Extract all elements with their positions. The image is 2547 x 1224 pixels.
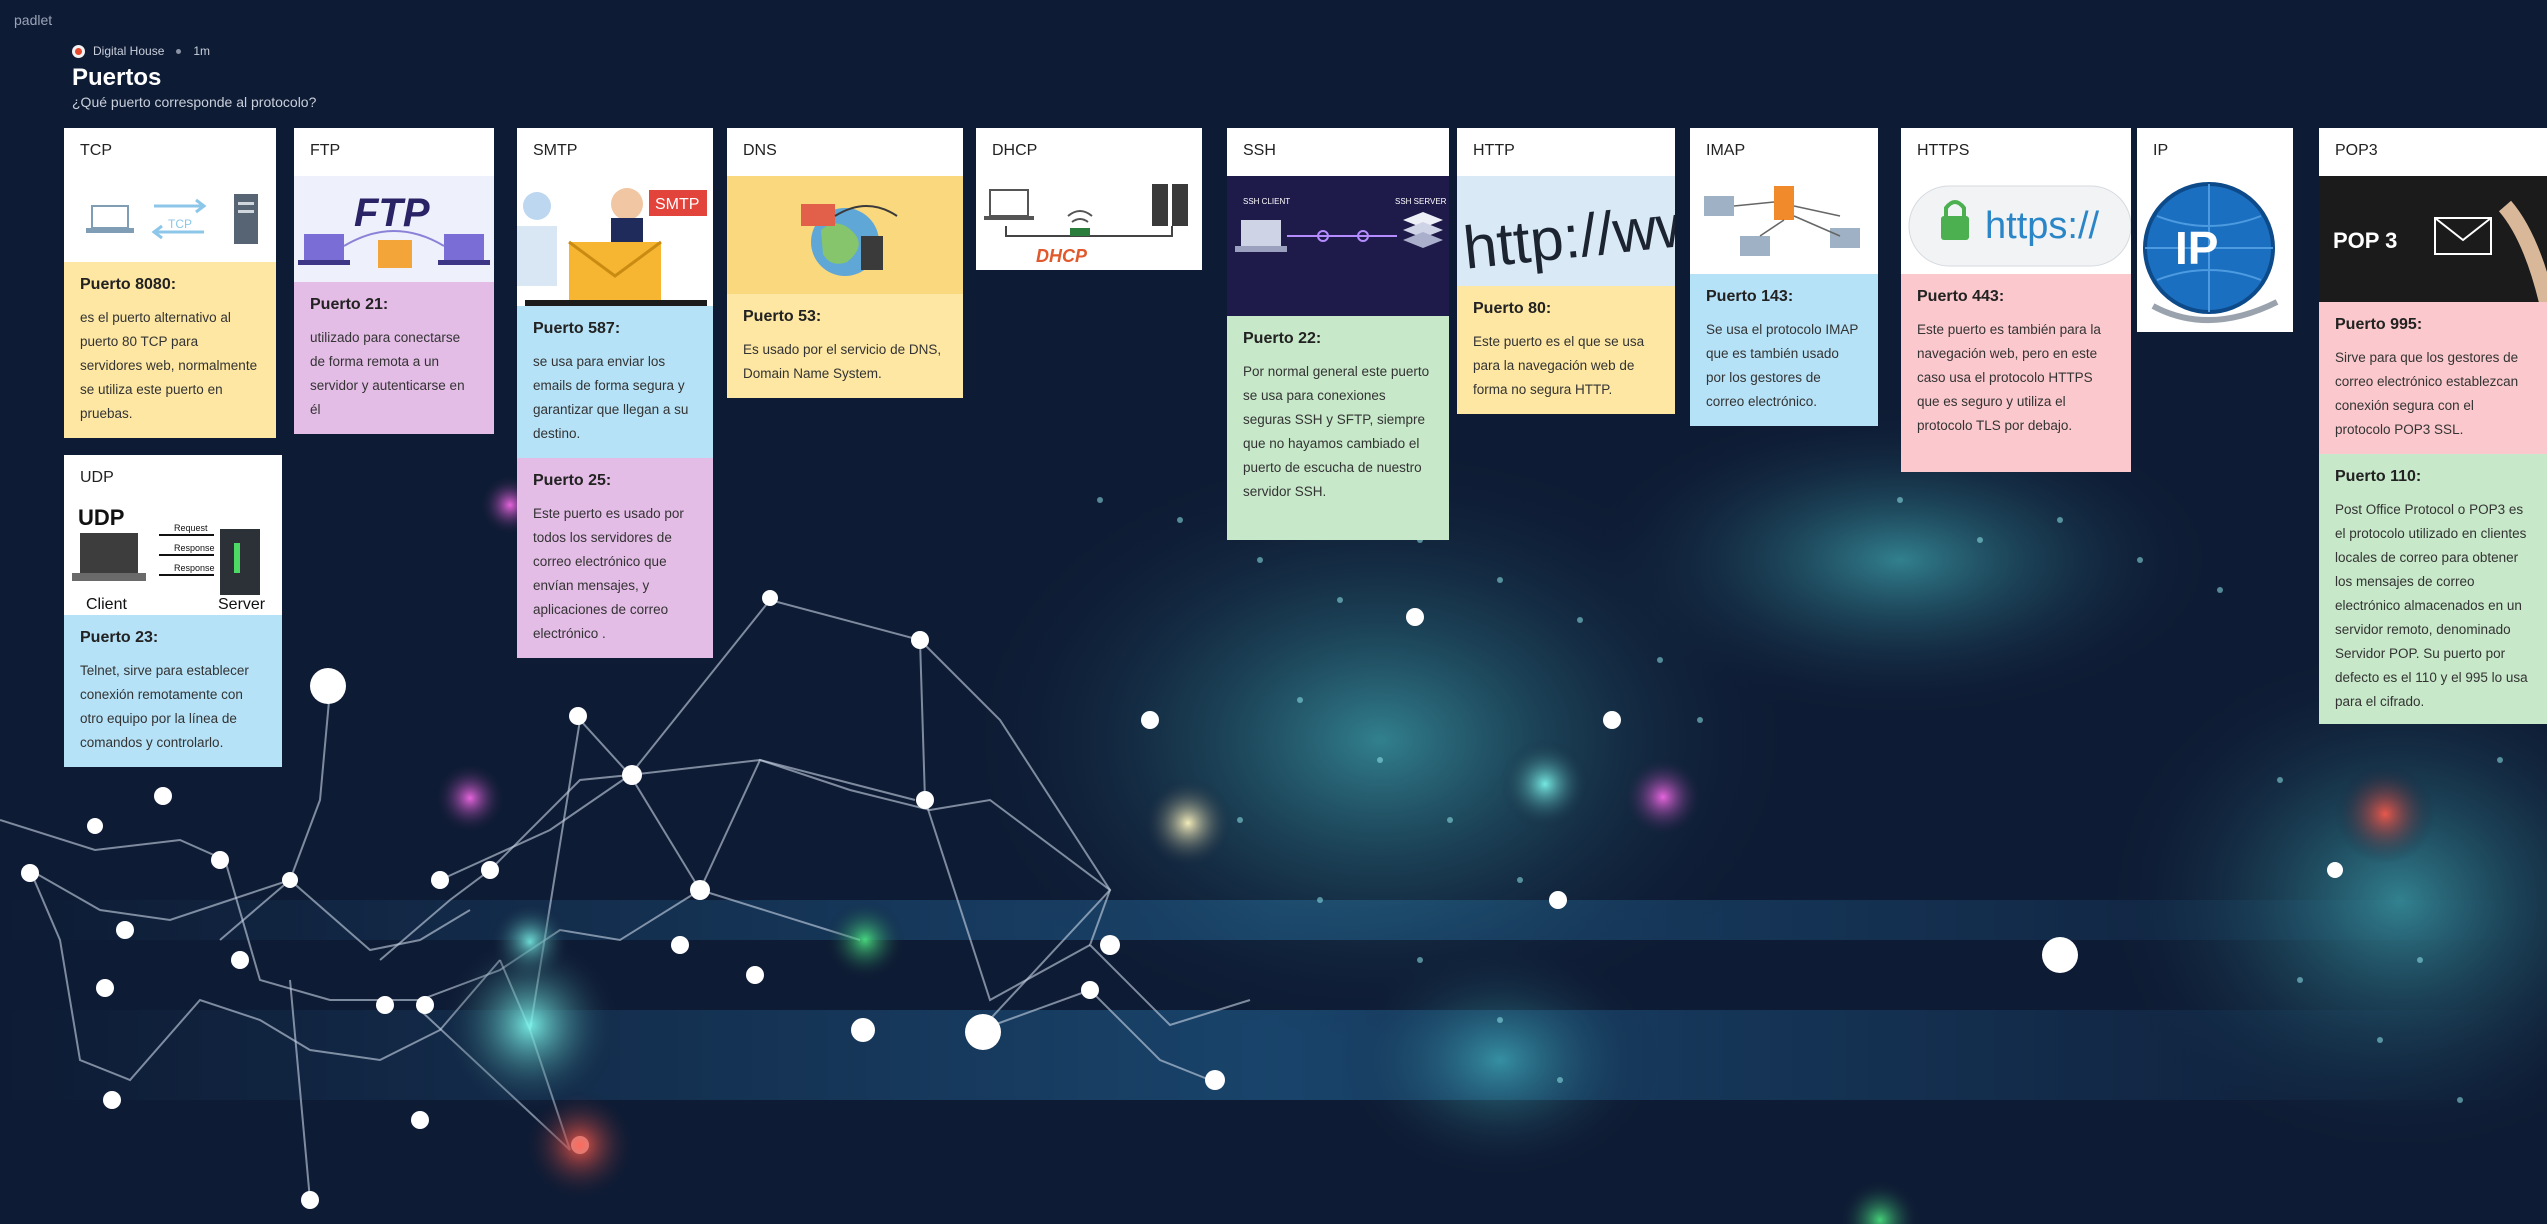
dhcp-diagram-icon: DHCP [984,184,1188,266]
ssh-diagram-icon: SSH CLIENT SSH SERVER [1235,197,1447,252]
post-title: Puerto 25: [533,472,612,489]
post-title: Puerto 22: [1243,330,1322,347]
post-imap-143[interactable]: Puerto 143: Se usa el protocolo IMAP que… [1690,274,1878,426]
smtp-diagram-icon: SMTP [517,188,707,306]
ftp-diagram-icon: FTP [298,191,490,268]
pop3-mail-icon: POP 3 [2333,200,2547,302]
post-body: es el puerto alternativo al puerto 80 TC… [80,310,258,421]
ssh-client-label: SSH CLIENT [1243,197,1290,206]
section-title-https[interactable]: HTTPS [1901,128,2131,176]
page-subtitle: ¿Qué puerto corresponde al protocolo? [72,94,317,110]
post-smtp-587[interactable]: Puerto 587: se usa para enviar los email… [517,306,713,458]
post-title: Puerto 8080: [80,276,177,293]
tcp-diagram-icon: TCP [86,194,258,244]
https-image-label: https:// [1985,205,2099,247]
section-title-udp[interactable]: UDP [64,455,282,503]
section-title-ssh[interactable]: SSH [1227,128,1449,176]
post-https-443[interactable]: Puerto 443: Este puerto es también para … [1901,274,2131,472]
section-title-http[interactable]: HTTP [1457,128,1675,176]
http-image[interactable]: http://ww [1457,176,1675,286]
post-title: Puerto 443: [1917,288,2005,305]
section-title-tcp[interactable]: TCP [64,128,276,176]
ssh-server-label: SSH SERVER [1395,197,1447,206]
post-body: Se usa el protocolo IMAP que es también … [1706,322,1859,409]
post-body: Post Office Protocol o POP3 es el protoc… [2335,502,2528,709]
ftp-image-label: FTP [354,191,430,235]
tcp-image[interactable]: TCP [64,176,276,262]
post-body: se usa para enviar los emails de forma s… [533,354,689,441]
post-body: Este puerto es usado por todos los servi… [533,506,684,641]
section-title-smtp[interactable]: SMTP [517,128,713,176]
post-body: Este puerto es también para la navegació… [1917,322,2101,433]
post-time: 1m [193,44,211,58]
post-title: Puerto 21: [310,296,389,313]
section-title-ip[interactable]: IP [2137,128,2293,176]
post-title: Puerto 53: [743,308,822,325]
post-http-80[interactable]: Puerto 80: Este puerto es el que se usa … [1457,286,1675,414]
post-udp-23[interactable]: Puerto 23: Telnet, sirve para establecer… [64,615,282,767]
post-title: Puerto 143: [1706,288,1794,305]
separator-dot [176,48,182,54]
dhcp-image-label: DHCP [1036,246,1088,266]
top-bar: padlet [0,0,2547,40]
ip-globe-icon: IP [2143,182,2279,323]
post-pop3-110[interactable]: Puerto 110: Post Office Protocol o POP3 … [2319,454,2547,724]
dns-image[interactable] [727,176,963,294]
post-body: Sirve para que los gestores de correo el… [2335,350,2519,437]
section-title-imap[interactable]: IMAP [1690,128,1878,176]
pop3-image-label: POP 3 [2333,228,2397,253]
author-name: Digital House [93,44,165,58]
section-title-pop3[interactable]: POP3 [2319,128,2547,176]
udp-server-label: Server [218,596,266,613]
post-body: utilizado para conectarse de forma remot… [310,330,465,417]
post-tcp-8080[interactable]: Puerto 8080: es el puerto alternativo al… [64,262,276,438]
udp-response-label-1: Response [174,543,215,553]
post-body: Este puerto es el que se usa para la nav… [1473,334,1645,397]
post-body: Es usado por el servicio de DNS, Domain … [743,342,942,381]
ip-image-label: IP [2175,222,2218,274]
post-title: Puerto 587: [533,320,621,337]
udp-client-label: Client [86,596,127,613]
post-dns-53[interactable]: Puerto 53: Es usado por el servicio de D… [727,294,963,398]
post-body: Telnet, sirve para establecer conexión r… [80,663,249,750]
section-title-dns[interactable]: DNS [727,128,963,176]
section-title-ftp[interactable]: FTP [294,128,494,176]
ftp-image[interactable]: FTP [294,176,494,282]
udp-diagram-icon: UDP Request Response Response Client Ser… [72,505,266,613]
imap-diagram-icon [1704,186,1860,256]
post-title: Puerto 80: [1473,300,1552,317]
padlet-logo[interactable]: padlet [14,12,52,28]
udp-request-label: Request [174,523,208,533]
post-title: Puerto 23: [80,629,159,646]
ip-image[interactable]: IP [2137,176,2293,332]
page-title: Puertos [72,64,162,91]
post-smtp-25[interactable]: Puerto 25: Este puerto es usado por todo… [517,458,713,658]
dhcp-image[interactable]: DHCP [976,176,1202,270]
post-body: Por normal general este puerto se usa pa… [1243,364,1430,499]
pop3-image[interactable]: POP 3 [2319,176,2547,302]
http-url-icon: http://ww [1457,176,1675,286]
post-title: Puerto 110: [2335,468,2422,485]
dns-globe-icon [801,204,898,276]
ssh-image[interactable]: SSH CLIENT SSH SERVER [1227,176,1449,316]
post-title: Puerto 995: [2335,316,2423,333]
smtp-image[interactable]: SMTP [517,176,713,306]
udp-image[interactable]: UDP Request Response Response Client Ser… [64,503,282,615]
section-title-dhcp[interactable]: DHCP [976,128,1202,176]
author-avatar[interactable] [72,44,85,58]
imap-image[interactable] [1690,176,1878,274]
smtp-image-label: SMTP [655,196,699,213]
post-ftp-21[interactable]: Puerto 21: utilizado para conectarse de … [294,282,494,434]
post-ssh-22[interactable]: Puerto 22: Por normal general este puert… [1227,316,1449,540]
tcp-image-label: TCP [168,217,192,231]
udp-response-label-2: Response [174,563,215,573]
author-info: Digital House 1m [72,44,210,58]
https-lock-icon: https:// [1908,185,2131,267]
https-image[interactable]: https:// [1901,176,2131,274]
udp-image-title: UDP [78,505,124,530]
post-pop3-995[interactable]: Puerto 995: Sirve para que los gestores … [2319,302,2547,454]
